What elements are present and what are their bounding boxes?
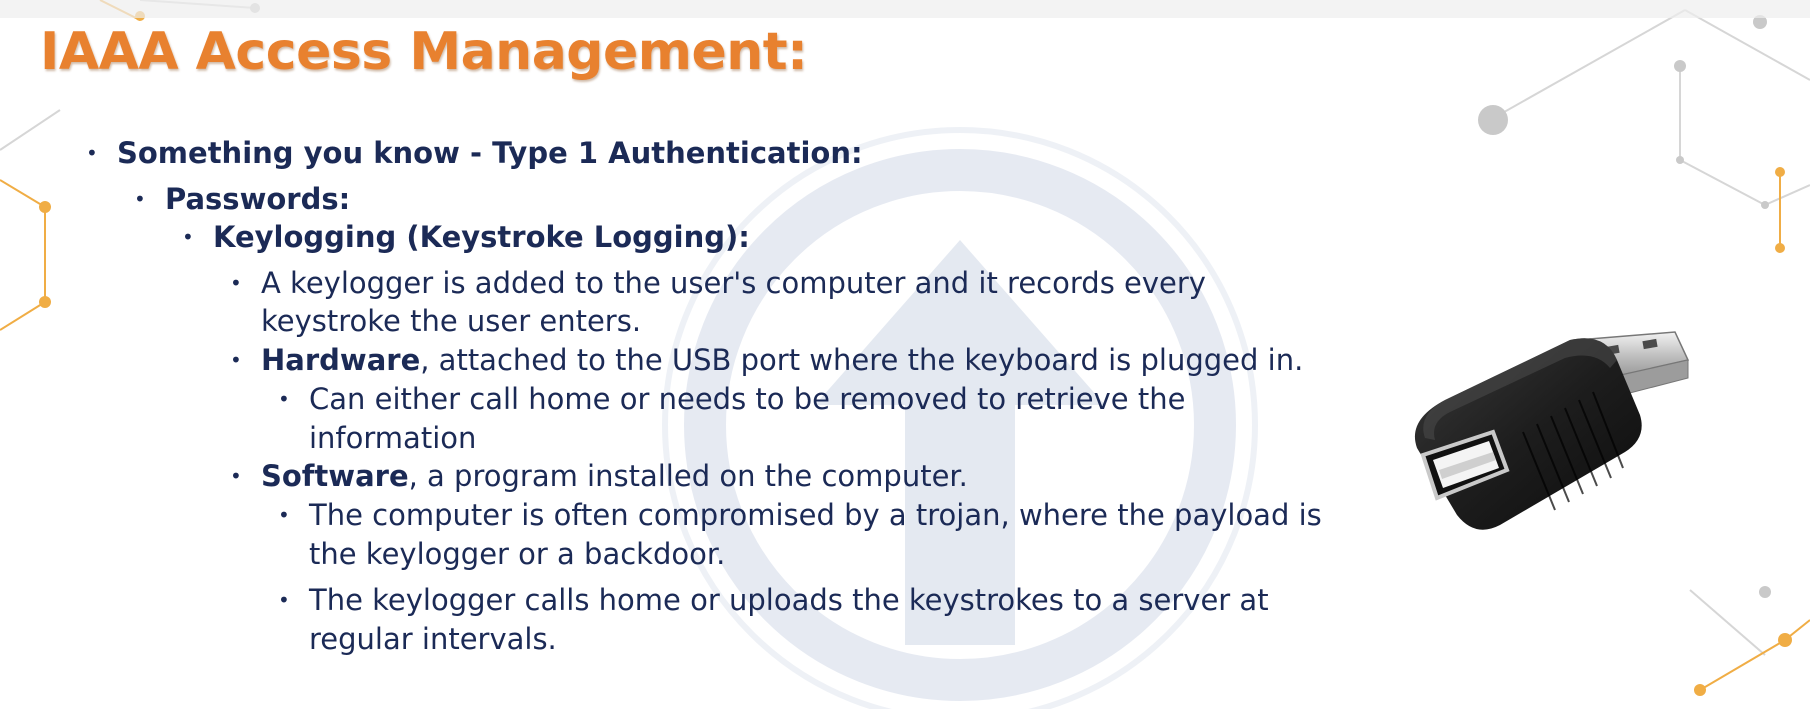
software-term: Software bbox=[261, 459, 409, 493]
bullet-upload-line2: regular intervals. bbox=[309, 622, 557, 656]
software-description: , a program installed on the computer. bbox=[408, 459, 968, 493]
bullet-marker: • bbox=[230, 271, 242, 295]
bullet-upload-line1: The keylogger calls home or uploads the … bbox=[309, 583, 1269, 617]
bullet-marker: • bbox=[86, 141, 98, 165]
bullet-marker: • bbox=[278, 503, 290, 527]
bullet-level1: Something you know - Type 1 Authenticati… bbox=[117, 136, 863, 170]
bullet-hardware: Hardware, attached to the USB port where… bbox=[261, 341, 1303, 380]
bullet-callhome-line1: Can either call home or needs to be remo… bbox=[309, 382, 1186, 416]
bullet-keylogger-line2: keystroke the user enters. bbox=[261, 304, 642, 338]
bullet-marker: • bbox=[230, 348, 242, 372]
hardware-term: Hardware bbox=[261, 343, 421, 377]
bullet-marker: • bbox=[182, 225, 194, 249]
bullet-trojan-line2: the keylogger or a backdoor. bbox=[309, 537, 726, 571]
bullet-keylogger-line1: A keylogger is added to the user's compu… bbox=[261, 266, 1206, 300]
hardware-description: , attached to the USB port where the key… bbox=[420, 343, 1304, 377]
bullet-trojan-line1: The computer is often compromised by a t… bbox=[309, 498, 1322, 532]
bullet-level3: Keylogging (Keystroke Logging): bbox=[213, 220, 750, 254]
bullet-level2: Passwords: bbox=[165, 182, 351, 216]
bullet-marker: • bbox=[230, 464, 242, 488]
usb-adapter-body bbox=[1414, 338, 1642, 530]
bullet-marker: • bbox=[278, 588, 290, 612]
bullet-marker: • bbox=[278, 387, 290, 411]
bullet-marker: • bbox=[134, 187, 146, 211]
bullet-callhome-line2: information bbox=[309, 421, 477, 455]
bullet-software: Software, a program installed on the com… bbox=[261, 457, 968, 496]
usb-keylogger-image bbox=[1414, 331, 1690, 530]
bullet-list: • Something you know - Type 1 Authentica… bbox=[0, 0, 1400, 709]
